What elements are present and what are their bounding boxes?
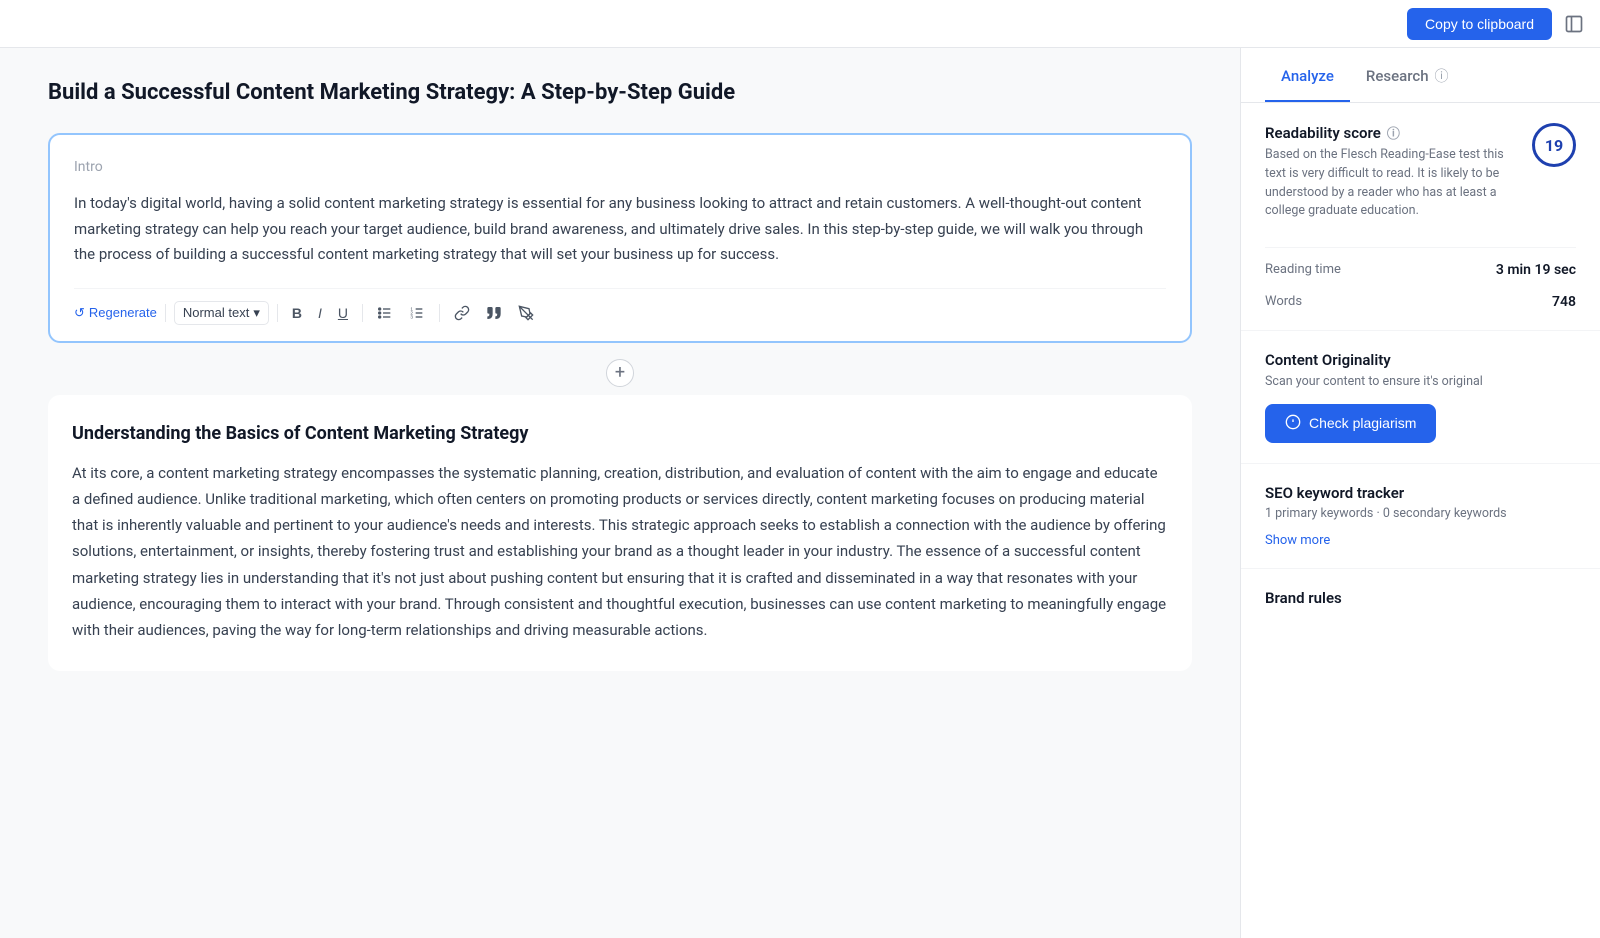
clear-format-button[interactable] xyxy=(512,301,540,325)
words-row: Words 748 xyxy=(1265,286,1576,310)
tab-research[interactable]: Research ⓘ xyxy=(1350,48,1465,102)
tab-research-label: Research xyxy=(1366,67,1429,85)
bold-button[interactable]: B xyxy=(286,301,308,325)
document-title: Build a Successful Content Marketing Str… xyxy=(48,80,1192,105)
words-label-item: Words xyxy=(1265,294,1302,310)
regenerate-button[interactable]: ↺ Regenerate xyxy=(74,305,157,321)
content-originality-section: Content Originality Scan your content to… xyxy=(1241,331,1600,464)
second-block-heading: Understanding the Basics of Content Mark… xyxy=(72,423,1168,444)
main-layout: Build a Successful Content Marketing Str… xyxy=(0,48,1600,938)
seo-description: 1 primary keywords · 0 secondary keyword… xyxy=(1265,506,1576,521)
words-value: 748 xyxy=(1552,294,1576,310)
right-sidebar: Analyze Research ⓘ Readability score ⓘ B… xyxy=(1240,48,1600,938)
second-content-block: Understanding the Basics of Content Mark… xyxy=(48,395,1192,672)
originality-title: Content Originality xyxy=(1265,351,1576,369)
tab-analyze-label: Analyze xyxy=(1281,67,1334,85)
italic-button[interactable]: I xyxy=(312,301,328,325)
regenerate-icon: ↺ xyxy=(74,305,85,321)
text-style-dropdown[interactable]: Normal text ▾ xyxy=(174,301,269,325)
toolbar-divider-3 xyxy=(362,304,363,322)
add-section-button[interactable]: + xyxy=(48,359,1192,387)
expand-icon[interactable] xyxy=(1564,14,1584,34)
readability-description: Based on the Flesch Reading-Ease test th… xyxy=(1265,146,1520,221)
plagiarism-icon xyxy=(1285,414,1301,433)
brand-rules-section: Brand rules xyxy=(1241,569,1600,627)
svg-text:3: 3 xyxy=(410,314,413,319)
text-style-label: Normal text xyxy=(183,305,249,320)
sidebar-tabs: Analyze Research ⓘ xyxy=(1241,48,1600,103)
editor-area: Build a Successful Content Marketing Str… xyxy=(0,48,1240,938)
plus-icon: + xyxy=(606,359,634,387)
check-plagiarism-button[interactable]: Check plagiarism xyxy=(1265,404,1436,443)
seo-title: SEO keyword tracker xyxy=(1265,484,1576,502)
toolbar-divider-1 xyxy=(165,304,166,322)
quote-button[interactable] xyxy=(480,301,508,325)
check-plagiarism-label: Check plagiarism xyxy=(1309,415,1416,431)
toolbar-divider-2 xyxy=(277,304,278,322)
bullet-list-button[interactable] xyxy=(371,301,399,325)
toolbar-divider-4 xyxy=(439,304,440,322)
intro-editor-block: Intro In today's digital world, having a… xyxy=(48,133,1192,343)
link-button[interactable] xyxy=(448,301,476,325)
chevron-down-icon: ▾ xyxy=(253,305,260,321)
reading-time-value-item: 3 min 19 sec xyxy=(1496,262,1576,278)
stats-row: Reading time 3 min 19 sec xyxy=(1265,247,1576,278)
brand-rules-title: Brand rules xyxy=(1265,589,1576,607)
reading-time-stat: Reading time xyxy=(1265,262,1341,278)
block-label-intro: Intro xyxy=(74,159,1166,175)
regenerate-label: Regenerate xyxy=(89,305,157,320)
ordered-list-button[interactable]: 1 2 3 xyxy=(403,301,431,325)
research-help-icon: ⓘ xyxy=(1435,66,1449,86)
show-more-link[interactable]: Show more xyxy=(1265,533,1330,548)
readability-title: Readability score ⓘ xyxy=(1265,123,1520,142)
words-value-item: 748 xyxy=(1552,294,1576,310)
copy-clipboard-button[interactable]: Copy to clipboard xyxy=(1407,8,1552,40)
readability-info: Readability score ⓘ Based on the Flesch … xyxy=(1265,123,1520,233)
intro-text[interactable]: In today's digital world, having a solid… xyxy=(74,191,1166,268)
reading-time-label: Reading time xyxy=(1265,262,1341,277)
readability-section: Readability score ⓘ Based on the Flesch … xyxy=(1241,103,1600,331)
words-label: Words xyxy=(1265,294,1302,309)
readability-row: Readability score ⓘ Based on the Flesch … xyxy=(1265,123,1576,233)
second-block-text[interactable]: At its core, a content marketing strateg… xyxy=(72,460,1168,644)
reading-time-value: 3 min 19 sec xyxy=(1496,262,1576,278)
seo-keyword-section: SEO keyword tracker 1 primary keywords ·… xyxy=(1241,464,1600,569)
readability-score-badge: 19 xyxy=(1532,123,1576,167)
tab-analyze[interactable]: Analyze xyxy=(1265,48,1350,102)
editor-toolbar: ↺ Regenerate Normal text ▾ B I U xyxy=(74,288,1166,325)
underline-button[interactable]: U xyxy=(332,301,354,325)
readability-help-icon: ⓘ xyxy=(1387,123,1400,142)
topbar: Copy to clipboard xyxy=(0,0,1600,48)
originality-description: Scan your content to ensure it's origina… xyxy=(1265,373,1576,392)
